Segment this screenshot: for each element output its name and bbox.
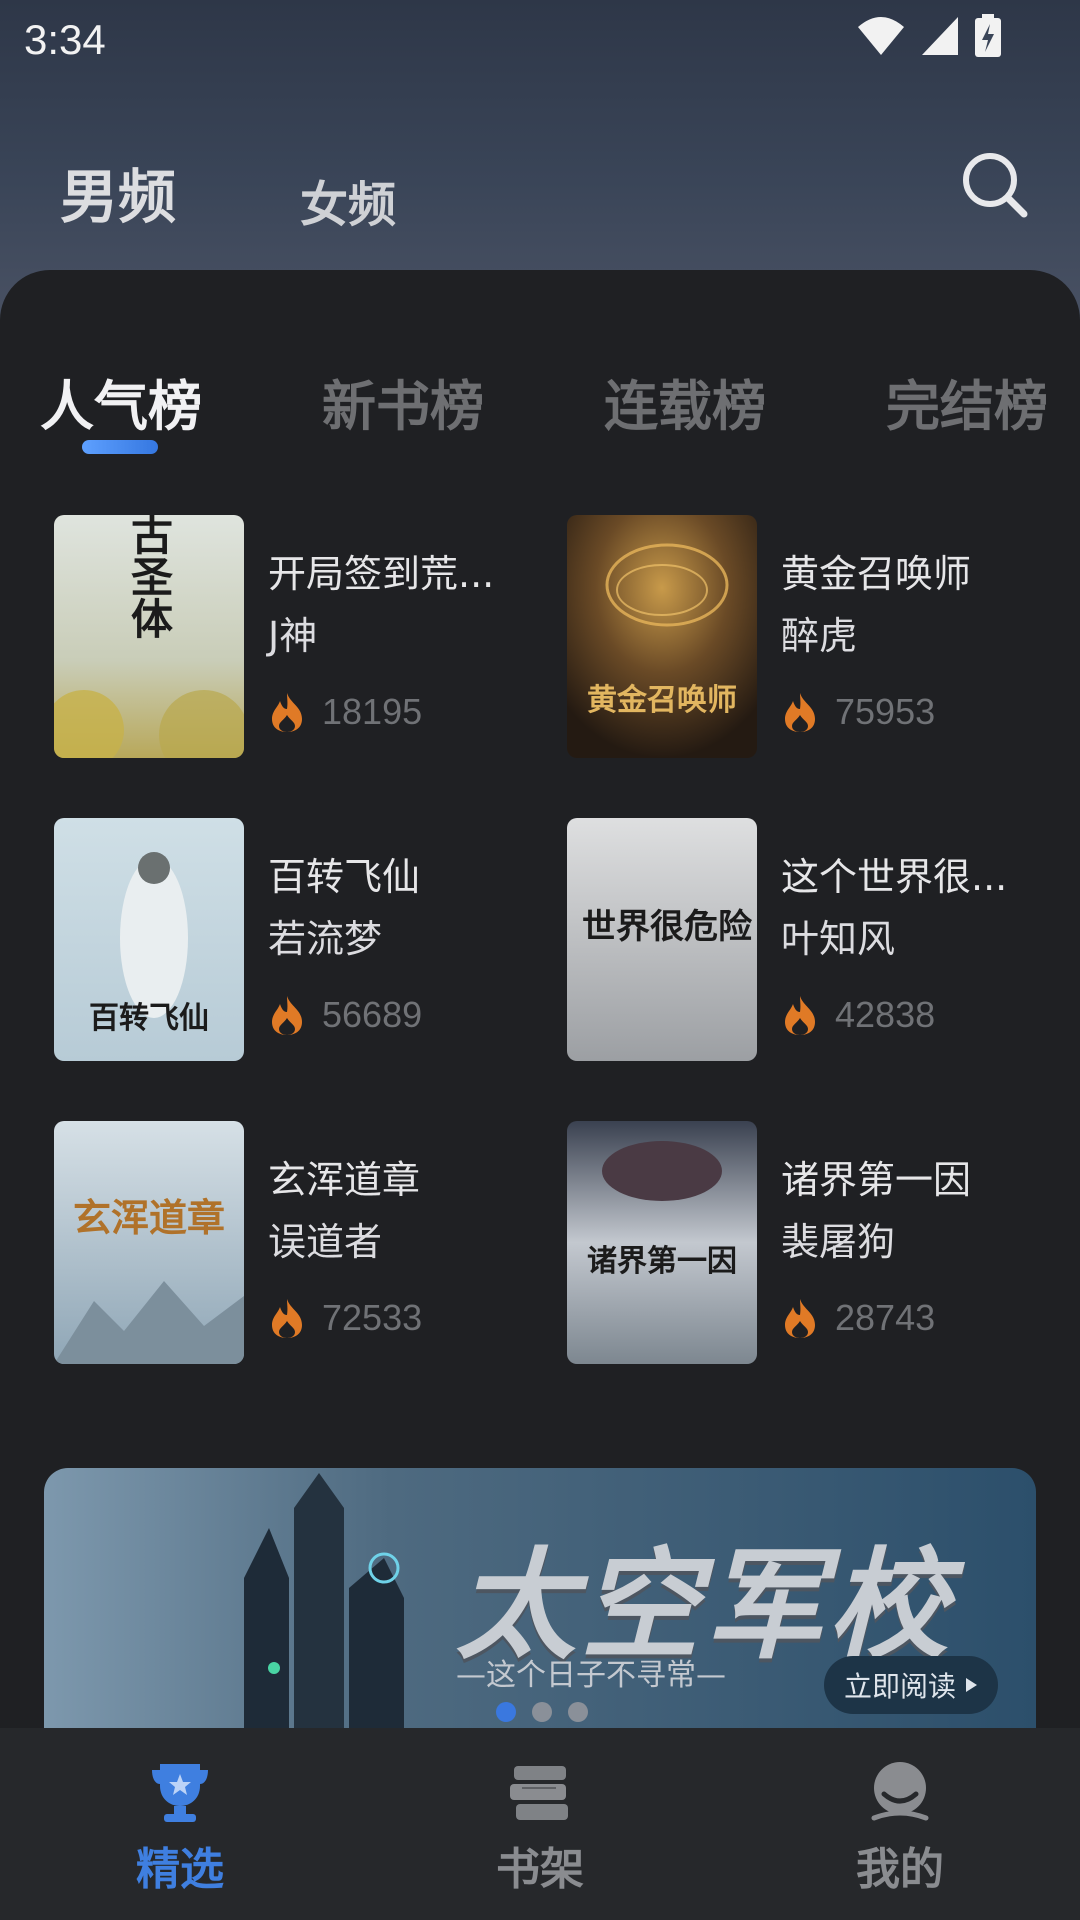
svg-text:世界很危险: 世界很危险 <box>582 907 753 947</box>
book-cover: 玄浑道章 <box>54 1121 244 1364</box>
book-card[interactable]: 百转飞仙 百转飞仙 若流梦 56689 <box>54 818 524 1063</box>
heat-value: 56689 <box>322 994 423 1035</box>
book-heat: 72533 <box>268 1297 422 1339</box>
book-title: 开局签到荒... <box>268 552 495 596</box>
fire-icon <box>785 693 815 732</box>
book-author: J神 <box>268 614 318 658</box>
bookshelf-icon <box>510 1766 568 1820</box>
heat-value: 75953 <box>835 691 936 732</box>
fire-icon <box>272 693 302 732</box>
status-time: 3:34 <box>24 16 106 63</box>
nav-item-profile[interactable]: 我的 <box>800 1728 1000 1920</box>
book-title: 黄金召唤师 <box>781 552 972 596</box>
book-cover: 荒古圣体 <box>54 515 244 758</box>
pagination-dot[interactable] <box>496 1702 516 1722</box>
svg-text:百转飞仙: 百转飞仙 <box>89 1001 209 1036</box>
bottom-nav: 精选 书架 我的 <box>0 1728 1080 1920</box>
book-author: 误道者 <box>268 1220 383 1264</box>
book-card[interactable]: 玄浑道章 玄浑道章 误道者 72533 <box>54 1121 524 1366</box>
search-button[interactable] <box>960 150 1030 220</box>
profile-icon <box>871 1762 929 1821</box>
heat-value: 72533 <box>322 1297 423 1338</box>
svg-text:黄金召唤师: 黄金召唤师 <box>587 683 737 718</box>
banner-pagination <box>496 1702 588 1722</box>
book-card[interactable]: 荒古圣体 开局签到荒... J神 18195 <box>54 515 524 760</box>
search-icon <box>963 153 1028 218</box>
wifi-icon <box>858 17 904 55</box>
nav-item-bookshelf[interactable]: 书架 <box>440 1728 640 1920</box>
book-cover: 诸界第一因 <box>567 1121 757 1364</box>
nav-label: 我的 <box>856 1844 944 1895</box>
nav-item-featured[interactable]: 精选 <box>80 1728 280 1920</box>
heat-value: 18195 <box>322 691 423 732</box>
tab-serializing[interactable]: 连载榜 <box>604 362 766 441</box>
book-heat: 56689 <box>268 994 422 1036</box>
fire-icon <box>272 1299 302 1338</box>
book-author: 醉虎 <box>781 614 858 658</box>
active-tab-indicator <box>82 440 158 454</box>
fire-icon <box>272 996 302 1035</box>
status-icons <box>856 14 1002 58</box>
book-author: 裴屠狗 <box>781 1220 896 1264</box>
read-now-button[interactable]: 立即阅读 <box>824 1656 998 1714</box>
tab-new-books[interactable]: 新书榜 <box>322 362 484 441</box>
book-heat: 18195 <box>268 691 422 733</box>
svg-text:玄浑道章: 玄浑道章 <box>73 1195 225 1240</box>
heat-value: 42838 <box>835 994 936 1035</box>
fire-icon <box>785 1299 815 1338</box>
tab-popularity[interactable]: 人气榜 <box>40 362 202 441</box>
heat-value: 28743 <box>835 1297 936 1338</box>
pagination-dot[interactable] <box>532 1702 552 1722</box>
banner-subtitle: —这个日子不寻常— <box>456 1658 726 1693</box>
book-cover: 世界很危险 <box>567 818 757 1061</box>
signal-icon <box>922 17 958 55</box>
svg-text:荒古圣体: 荒古圣体 <box>125 515 174 639</box>
book-card[interactable]: 黄金召唤师 黄金召唤师 醉虎 75953 <box>567 515 1037 760</box>
pagination-dot[interactable] <box>568 1702 588 1722</box>
book-heat: 42838 <box>781 994 935 1036</box>
book-title: 诸界第一因 <box>781 1158 972 1202</box>
book-cover: 百转飞仙 <box>54 818 244 1061</box>
tab-completed[interactable]: 完结榜 <box>886 362 1048 441</box>
read-now-label: 立即阅读 <box>843 1670 956 1703</box>
battery-icon <box>975 14 1001 57</box>
play-arrow-icon <box>966 1678 977 1692</box>
nav-label: 精选 <box>136 1844 224 1895</box>
book-title: 玄浑道章 <box>268 1158 421 1202</box>
book-card[interactable]: 世界很危险 这个世界很... 叶知风 42838 <box>567 818 1037 1063</box>
book-cover: 黄金召唤师 <box>567 515 757 758</box>
tab-male[interactable]: 男频 <box>60 150 176 234</box>
book-author: 若流梦 <box>268 917 383 961</box>
svg-text:诸界第一因: 诸界第一因 <box>587 1244 737 1279</box>
book-card[interactable]: 诸界第一因 诸界第一因 裴屠狗 28743 <box>567 1121 1037 1366</box>
nav-label: 书架 <box>496 1844 584 1895</box>
tab-female[interactable]: 女频 <box>300 165 396 235</box>
book-author: 叶知风 <box>781 917 896 961</box>
promo-banner[interactable]: 太空军校 —这个日子不寻常— 立即阅读 <box>44 1468 1036 1730</box>
book-title: 这个世界很... <box>781 855 1008 899</box>
trophy-icon <box>152 1764 208 1822</box>
book-heat: 28743 <box>781 1297 935 1339</box>
fire-icon <box>785 996 815 1035</box>
book-title: 百转飞仙 <box>268 855 421 899</box>
book-heat: 75953 <box>781 691 935 733</box>
